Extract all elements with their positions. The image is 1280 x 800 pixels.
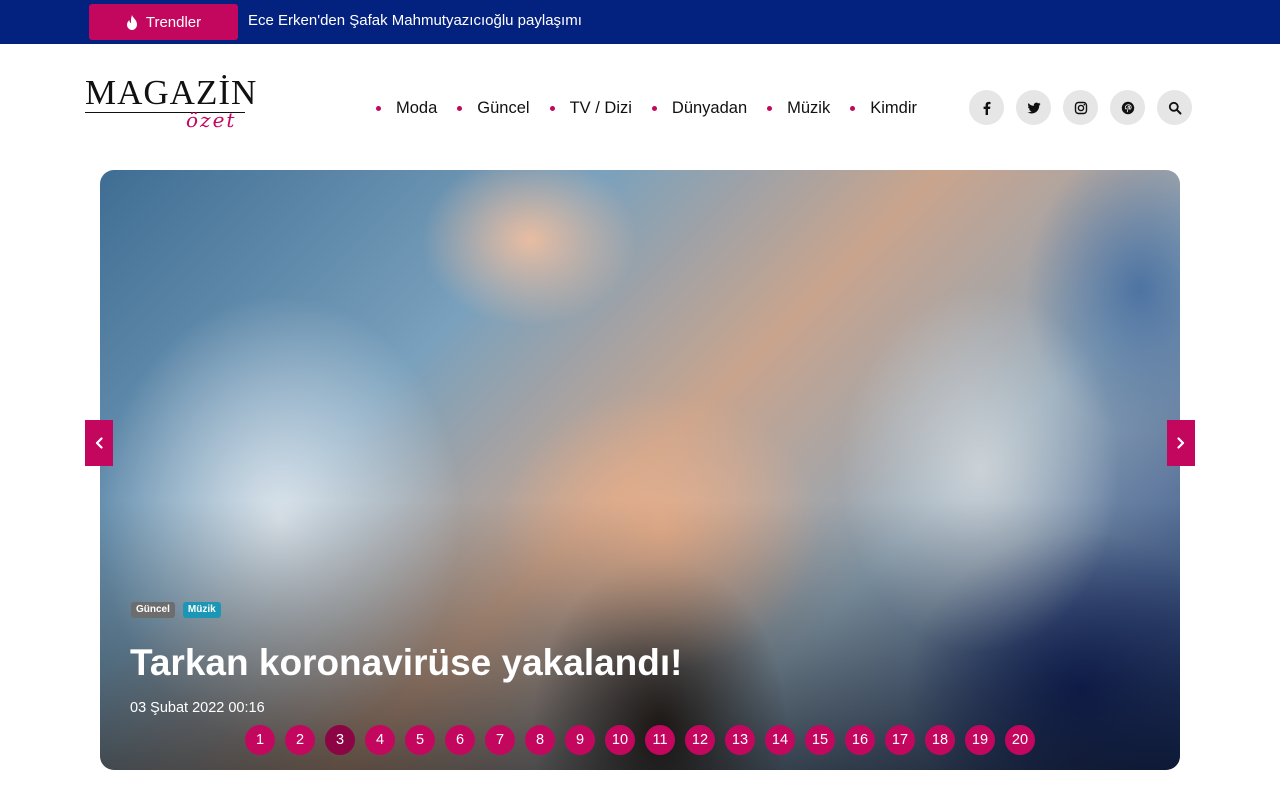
- instagram-button[interactable]: [1063, 90, 1098, 125]
- slider-page-button[interactable]: 5: [405, 725, 435, 755]
- search-icon: [1168, 101, 1181, 114]
- nav-bullet: [376, 105, 381, 111]
- slider-page-button[interactable]: 12: [685, 725, 715, 755]
- main-nav: Moda Güncel TV / Dizi Dünyadan Müzik Kim…: [376, 96, 937, 120]
- nav-item-kimdir[interactable]: Kimdir: [850, 99, 917, 118]
- nav-item-label: Kimdir: [870, 98, 917, 117]
- chevron-left-icon: [95, 437, 103, 449]
- facebook-button[interactable]: [969, 90, 1004, 125]
- tag-guncel[interactable]: Güncel: [131, 602, 175, 618]
- nav-bullet: [549, 105, 555, 111]
- slider-page-button[interactable]: 4: [365, 725, 395, 755]
- trending-bar: Trendler Ece Erken'den Şafak Mahmutyazıc…: [0, 0, 1280, 44]
- hero-slide[interactable]: Güncel Müzik Tarkan koronavirüse yakalan…: [100, 170, 1180, 770]
- tag-muzik[interactable]: Müzik: [182, 602, 221, 618]
- nav-bullet: [767, 105, 773, 111]
- facebook-icon: [983, 101, 990, 115]
- slider-prev-button[interactable]: [85, 420, 113, 466]
- nav-bullet: [457, 105, 463, 111]
- site-logo[interactable]: MAGAZİN özet: [85, 75, 256, 133]
- nav-item-label: TV / Dizi: [569, 98, 632, 117]
- slider-next-button[interactable]: [1167, 420, 1195, 466]
- nav-item-tv-dizi[interactable]: TV / Dizi: [549, 98, 632, 118]
- slider-page-button[interactable]: 16: [845, 725, 875, 755]
- pinterest-icon: [1121, 101, 1134, 114]
- trending-label: Trendler: [145, 13, 202, 31]
- slider-page-button[interactable]: 13: [725, 725, 755, 755]
- nav-item-label: Dünyadan: [671, 98, 748, 117]
- twitter-button[interactable]: [1016, 90, 1051, 125]
- slider-page-button[interactable]: 10: [605, 725, 635, 755]
- nav-item-dunyadan[interactable]: Dünyadan: [651, 98, 748, 118]
- slider-page-button[interactable]: 19: [965, 725, 995, 755]
- trending-headline-link[interactable]: Ece Erken'den Şafak Mahmutyazıcıoğlu pay…: [248, 12, 582, 29]
- slider-page-button[interactable]: 20: [1005, 725, 1035, 755]
- nav-item-label: Moda: [396, 98, 438, 117]
- slider-pagination: 1 2 3 4 5 6 7 8 9 10 11 12 13 14 15 16 1…: [245, 725, 1035, 755]
- nav-item-guncel[interactable]: Güncel: [457, 98, 530, 118]
- nav-item-label: Müzik: [787, 98, 831, 117]
- slider-page-button[interactable]: 15: [805, 725, 835, 755]
- social-links: [969, 90, 1192, 125]
- fire-icon: [126, 14, 137, 30]
- slider-page-button[interactable]: 14: [765, 725, 795, 755]
- hero-title-link[interactable]: Tarkan koronavirüse yakalandı!: [130, 642, 683, 684]
- chevron-right-icon: [1177, 437, 1185, 449]
- nav-item-label: Güncel: [477, 98, 530, 117]
- slider-page-button[interactable]: 9: [565, 725, 595, 755]
- nav-bullet: [850, 105, 856, 111]
- nav-bullet: [651, 105, 657, 111]
- slider-page-button[interactable]: 7: [485, 725, 515, 755]
- slider-page-button-active[interactable]: 3: [325, 725, 355, 755]
- nav-item-moda[interactable]: Moda: [376, 99, 437, 118]
- logo-sub-text: özet: [186, 108, 237, 132]
- hero-date: 03 Şubat 2022 00:16: [130, 700, 265, 716]
- slider-page-button[interactable]: 2: [285, 725, 315, 755]
- slider-page-button[interactable]: 17: [885, 725, 915, 755]
- slider-page-button[interactable]: 6: [445, 725, 475, 755]
- hero-tags: Güncel Müzik: [131, 602, 221, 618]
- twitter-icon: [1027, 102, 1040, 113]
- search-button[interactable]: [1157, 90, 1192, 125]
- trending-button[interactable]: Trendler: [89, 4, 238, 40]
- slider-page-button[interactable]: 1: [245, 725, 275, 755]
- logo-main-text: MAGAZİN: [85, 73, 258, 112]
- instagram-icon: [1074, 101, 1087, 114]
- slider-page-button[interactable]: 11: [645, 725, 675, 755]
- pinterest-button[interactable]: [1110, 90, 1145, 125]
- nav-item-muzik[interactable]: Müzik: [767, 99, 830, 118]
- slider-page-button[interactable]: 18: [925, 725, 955, 755]
- slider-page-button[interactable]: 8: [525, 725, 555, 755]
